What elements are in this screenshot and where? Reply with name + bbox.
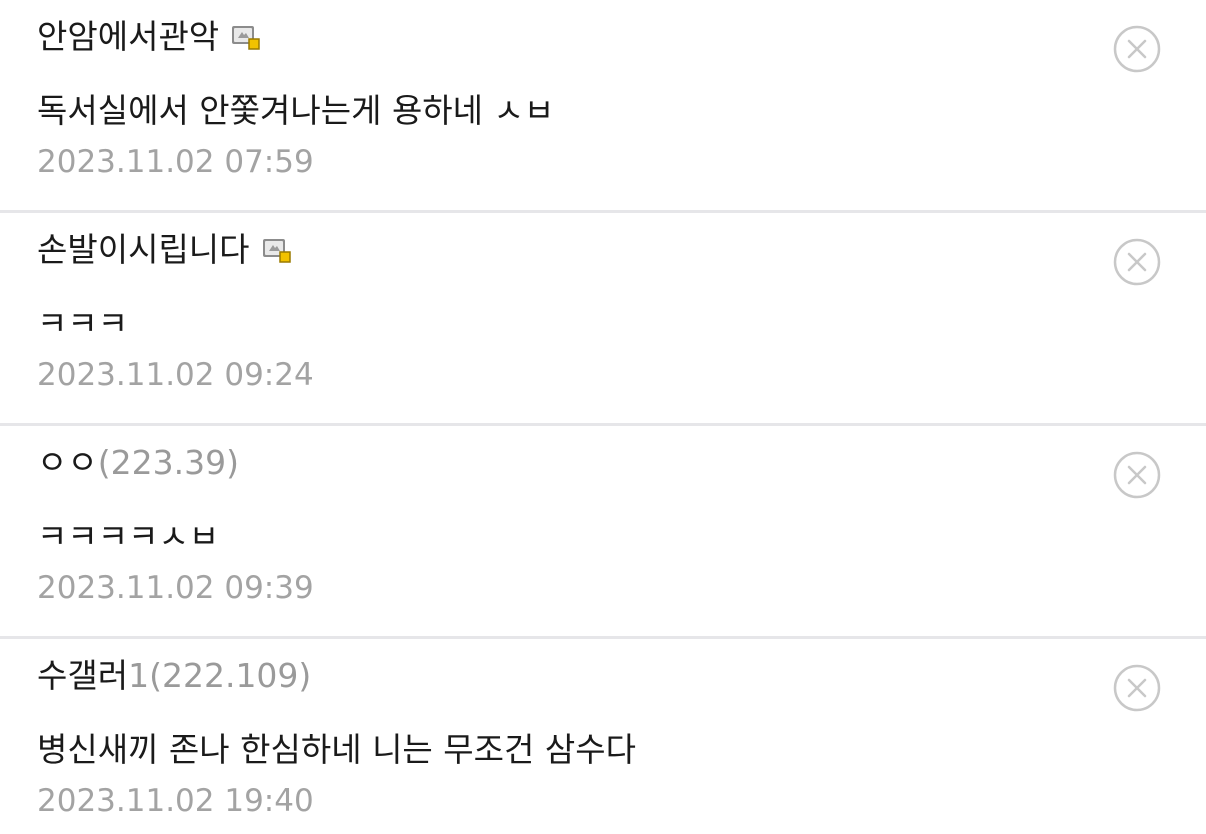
comment-author[interactable]: 수갤러 bbox=[37, 653, 128, 699]
close-circle-icon bbox=[1113, 451, 1161, 499]
delete-comment-button[interactable] bbox=[1112, 24, 1162, 74]
comment-author-line: 수갤러 1(222.109) bbox=[37, 653, 1206, 699]
comment-item: ㅇㅇ (223.39) ㅋㅋㅋㅋㅅㅂ 2023.11.02 09:39 bbox=[0, 426, 1206, 639]
comment-author-line: 손발이시립니다 bbox=[37, 227, 1206, 273]
delete-comment-button[interactable] bbox=[1112, 450, 1162, 500]
comment-item: 수갤러 1(222.109) 병신새끼 존나 한심하네 니는 무조건 삼수다 2… bbox=[0, 639, 1206, 834]
comment-item: 손발이시립니다 ㅋㅋㅋ 2023.11.02 09:24 bbox=[0, 213, 1206, 426]
comment-author[interactable]: 손발이시립니다 bbox=[37, 227, 250, 273]
comment-timestamp: 2023.11.02 09:24 bbox=[37, 357, 314, 393]
comment-list: 안암에서관악 독서실에서 안쫓겨나는게 용하네 ㅅㅂ 2023.11.02 07… bbox=[0, 0, 1206, 834]
comment-timestamp: 2023.11.02 09:39 bbox=[37, 570, 314, 606]
comment-item: 안암에서관악 독서실에서 안쫓겨나는게 용하네 ㅅㅂ 2023.11.02 07… bbox=[0, 0, 1206, 213]
comment-timestamp: 2023.11.02 19:40 bbox=[37, 783, 314, 819]
delete-comment-button[interactable] bbox=[1112, 663, 1162, 713]
comment-author-line: 안암에서관악 bbox=[37, 14, 1206, 60]
comment-timestamp: 2023.11.02 07:59 bbox=[37, 144, 314, 180]
close-circle-icon bbox=[1113, 25, 1161, 73]
comment-author[interactable]: 안암에서관악 bbox=[37, 14, 219, 60]
comment-author-line: ㅇㅇ (223.39) bbox=[37, 440, 1206, 486]
delete-comment-button[interactable] bbox=[1112, 237, 1162, 287]
comment-author[interactable]: ㅇㅇ bbox=[37, 440, 98, 486]
close-circle-icon bbox=[1113, 238, 1161, 286]
gallery-member-icon bbox=[231, 23, 261, 51]
comment-author-ip: (223.39) bbox=[97, 443, 239, 482]
comment-text: ㅋㅋㅋㅋㅅㅂ bbox=[37, 517, 220, 556]
comment-author-ip: 1(222.109) bbox=[128, 656, 312, 695]
comment-text: 병신새끼 존나 한심하네 니는 무조건 삼수다 bbox=[37, 730, 636, 769]
close-circle-icon bbox=[1113, 664, 1161, 712]
comment-text: ㅋㅋㅋ bbox=[37, 304, 129, 343]
comment-text: 독서실에서 안쫓겨나는게 용하네 ㅅㅂ bbox=[37, 91, 555, 130]
gallery-member-icon bbox=[262, 236, 292, 264]
